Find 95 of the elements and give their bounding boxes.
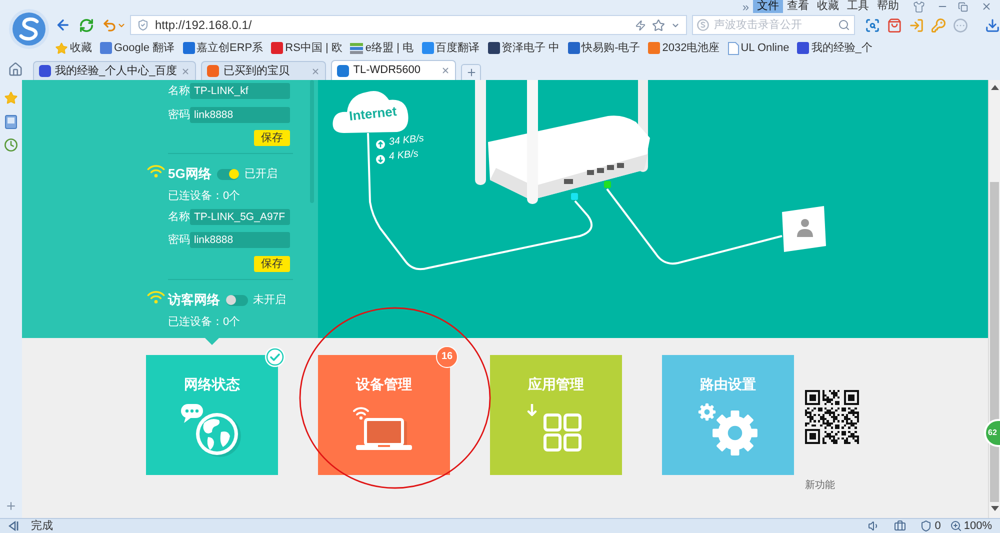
connected-devices: 已连设备：0个 [168, 190, 240, 202]
menu-item[interactable]: 文件 [753, 0, 783, 13]
count-badge: 16 [436, 346, 458, 368]
toggle-switch[interactable] [217, 168, 240, 180]
bookmark[interactable]: 嘉立创ERP系 [182, 42, 264, 54]
bookmark[interactable]: Google 翻译 [100, 42, 175, 54]
toggle-switch[interactable] [226, 294, 248, 306]
save-button[interactable]: 保存 [254, 130, 290, 146]
stacked-bars-icon [350, 42, 364, 54]
upload-arrow-icon [376, 140, 385, 149]
page-icon [728, 42, 739, 54]
toggle-status: 已开启 [244, 168, 278, 180]
bookmark[interactable]: 百度翻译 [422, 42, 480, 54]
blocked-count: 0 [934, 520, 941, 532]
qr-code [805, 390, 859, 444]
tab-title: 已买到的宝贝 [223, 64, 290, 78]
collapse-icon[interactable] [8, 521, 19, 531]
speaker-icon[interactable] [868, 520, 880, 532]
globe-chat-icon [181, 404, 243, 458]
network-name: 5G网络 [168, 166, 212, 182]
scroll-down-icon[interactable] [990, 506, 998, 511]
status-text: 完成 [31, 520, 53, 532]
field-label: 密码 [168, 233, 190, 247]
bookmark[interactable]: 收藏 [55, 42, 92, 54]
toggle-status: 未开启 [253, 294, 286, 306]
tab-title: TL-WDR5600 [353, 64, 422, 77]
wall-socket-icon [782, 206, 826, 252]
sign-in-icon[interactable] [909, 18, 924, 32]
star-icon[interactable] [652, 18, 665, 32]
connected-devices: 已连设备：0个 [168, 316, 240, 328]
tab-title: 我的经验_个人中心_百度 [55, 64, 178, 78]
bookmark[interactable]: 2032电池座 [648, 42, 720, 54]
toolbox-icon[interactable] [894, 520, 906, 532]
address-bar[interactable]: http://192.168.0.1/ [130, 15, 687, 35]
shield-icon[interactable] [920, 520, 932, 532]
scrollbar-thumb[interactable] [990, 182, 999, 502]
more-menu-button[interactable]: » [742, 0, 749, 12]
wifi-icon [147, 164, 165, 178]
search-icon[interactable] [838, 19, 850, 31]
bookmark[interactable]: 我的经验_个 [797, 42, 872, 54]
undo-icon[interactable] [102, 18, 117, 32]
back-icon[interactable] [55, 17, 71, 33]
magnifier-icon[interactable] [865, 18, 880, 32]
close-icon[interactable] [441, 66, 450, 75]
network-name: 访客网络 [168, 292, 220, 308]
search-engine-icon [697, 19, 709, 31]
close-icon[interactable] [311, 66, 320, 76]
book-icon[interactable] [5, 115, 17, 129]
internet-label: Internet [348, 104, 398, 124]
restore-icon[interactable] [958, 2, 968, 12]
save-button[interactable]: 保存 [254, 256, 290, 272]
zoom-level[interactable]: 100% [964, 520, 992, 532]
browser-tab[interactable]: 我的经验_个人中心_百度 [33, 61, 196, 80]
close-icon[interactable] [181, 66, 190, 76]
scroll-up-icon[interactable] [990, 85, 998, 90]
more-icon[interactable] [953, 18, 968, 32]
browser-tab[interactable]: TL-WDR5600 [331, 60, 456, 80]
menu-item[interactable]: 查看 [783, 0, 813, 13]
history-icon[interactable] [4, 138, 18, 152]
upload-speed: 34 KB/s [388, 133, 425, 149]
qr-caption: 新功能 [805, 480, 835, 492]
cloud-icon [332, 91, 408, 133]
field-label: 名称 [168, 210, 190, 224]
skin-icon[interactable] [913, 0, 925, 12]
refresh-icon[interactable] [79, 18, 94, 32]
zoom-icon[interactable] [950, 520, 962, 532]
gears-icon [697, 402, 759, 456]
plus-icon [466, 67, 477, 78]
wifi-icon [147, 290, 165, 304]
browser-tab[interactable]: 已买到的宝贝 [201, 61, 326, 80]
field-label: 名称 [168, 84, 190, 98]
bookmark[interactable]: RS中国 | 欧 [271, 42, 342, 54]
close-icon[interactable] [981, 1, 992, 12]
bookmark[interactable]: 快易购-电子 [568, 42, 640, 54]
menu-item[interactable]: 收藏 [813, 0, 843, 13]
field-label: 密码 [168, 108, 190, 122]
lightning-icon[interactable] [635, 20, 646, 30]
star-icon [55, 42, 68, 54]
menu-item[interactable]: 帮助 [873, 0, 903, 13]
bookmark[interactable]: e络盟 | 电 [350, 42, 414, 54]
download-icon[interactable] [985, 18, 1000, 32]
new-tab-button[interactable] [461, 64, 482, 80]
bag-icon[interactable] [887, 18, 902, 32]
key-icon[interactable] [931, 18, 946, 32]
download-arrow-icon [376, 155, 385, 164]
search-field[interactable]: 声波攻击录音公开 [692, 15, 855, 35]
url-text: http://192.168.0.1/ [155, 18, 252, 32]
download-speed: 4 KB/s [388, 148, 420, 164]
shield-icon [137, 19, 149, 31]
home-icon[interactable] [8, 62, 23, 77]
menu-item[interactable]: 工具 [843, 0, 873, 13]
plus-icon[interactable] [5, 500, 17, 512]
bookmark[interactable]: UL Online [728, 42, 790, 54]
browser-logo-icon[interactable] [9, 9, 49, 49]
bookmark[interactable]: 资泽电子 中 [488, 42, 560, 54]
